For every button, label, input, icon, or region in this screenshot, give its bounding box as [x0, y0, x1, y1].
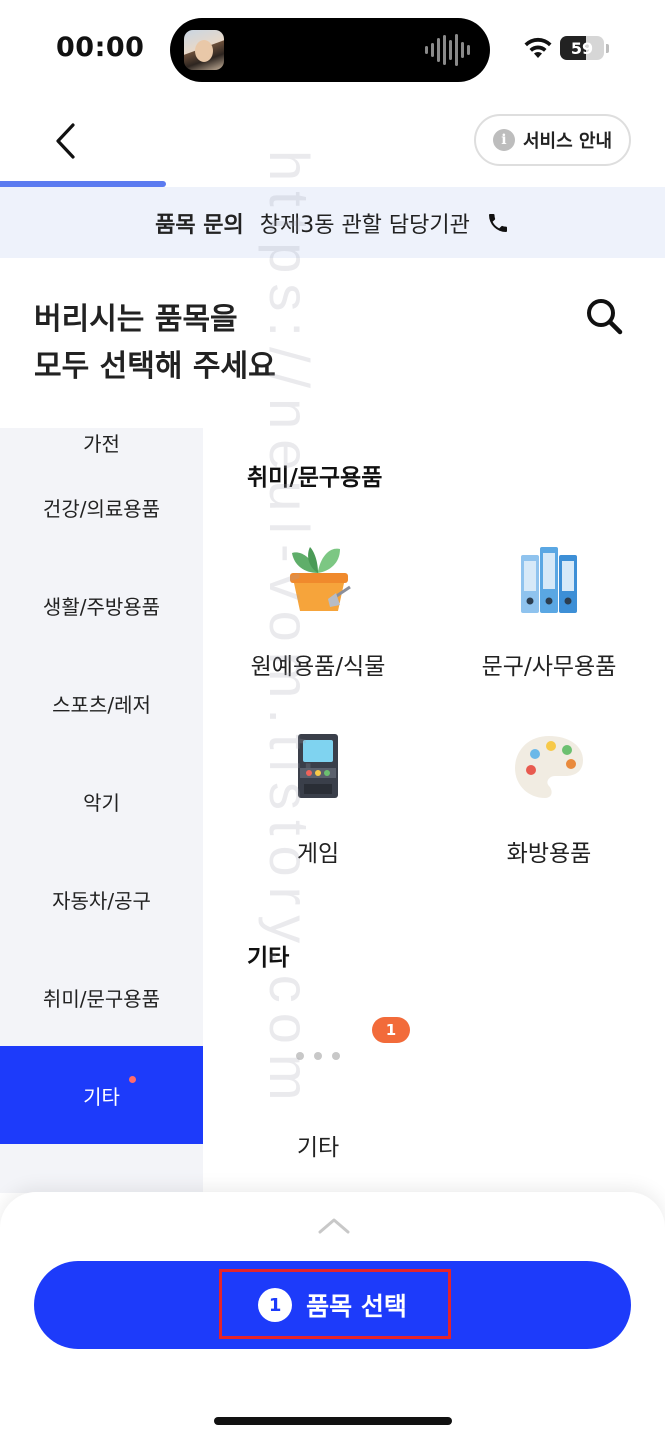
chevron-up-icon-shape — [318, 1218, 350, 1234]
battery-percent: 59 — [570, 38, 594, 58]
info-icon: i — [492, 129, 515, 151]
battery-icon: 59 — [560, 36, 604, 60]
service-guide-button[interactable]: i 서비스 안내 — [474, 114, 631, 166]
phone-icon — [488, 213, 507, 232]
audio-waveform-icon — [425, 34, 470, 66]
sidebar-item-appliances[interactable]: 가전 — [0, 428, 203, 458]
sidebar-item-auto-tools[interactable]: 자동차/공구 — [0, 850, 203, 948]
inquiry-agency: 창제3동 관할 담당기관 — [259, 212, 470, 238]
paint-palette-icon — [515, 736, 583, 798]
sidebar-item-hobby-stationery[interactable]: 취미/문구용품 — [0, 948, 203, 1046]
item-stationery[interactable]: 문구/사무용품 — [449, 543, 649, 703]
sidebar-item-etc[interactable]: 기타 — [0, 1046, 203, 1144]
more-dots-icon — [296, 1052, 340, 1060]
sidebar-item-label: 건강/의료용품 — [42, 496, 161, 521]
section-title-etc: 기타 — [247, 945, 290, 971]
item-label: 문구/사무용품 — [481, 654, 617, 680]
item-label: 게임 — [296, 841, 340, 867]
back-button[interactable] — [40, 114, 90, 168]
sidebar-item-label: 악기 — [83, 790, 120, 815]
item-art-supplies[interactable]: 화방용품 — [449, 730, 649, 890]
wifi-icon — [524, 37, 552, 58]
selected-count-badge: 1 — [372, 1017, 410, 1043]
annotation-highlight-box — [219, 1269, 451, 1339]
new-indicator-dot — [129, 1076, 136, 1083]
sidebar-item-label: 생활/주방용품 — [42, 594, 161, 619]
sidebar-item-instruments[interactable]: 악기 — [0, 752, 203, 850]
item-label: 기타 — [296, 1135, 340, 1161]
search-button[interactable] — [580, 292, 628, 340]
sidebar-item-label: 스포츠/레저 — [52, 692, 151, 717]
section-title-hobby: 취미/문구용품 — [247, 465, 383, 491]
plant-pot-icon — [290, 547, 351, 611]
sidebar-item-sports[interactable]: 스포츠/레저 — [0, 654, 203, 752]
sidebar-item-label: 자동차/공구 — [52, 888, 151, 913]
sidebar-item-label: 가전 — [83, 432, 120, 456]
chevron-up-icon[interactable] — [316, 1214, 352, 1236]
inquiry-label: 품목 문의 — [155, 212, 244, 238]
item-label: 화방용품 — [506, 841, 592, 867]
item-label: 원예용품/식물 — [250, 654, 386, 680]
status-time: 00:00 — [56, 32, 145, 63]
service-guide-label: 서비스 안내 — [522, 131, 613, 152]
item-gardening[interactable]: 원예용품/식물 — [218, 543, 418, 703]
sidebar-item-label: 기타 — [83, 1084, 120, 1109]
category-sidebar: 가전 건강/의료용품 생활/주방용품 스포츠/레저 악기 자동차/공구 취미/문… — [0, 428, 203, 1193]
page-title: 버리시는 품목을 모두 선택해 주세요 — [34, 296, 474, 390]
binders-icon — [521, 547, 577, 613]
now-playing-artwork — [184, 30, 224, 70]
status-bar: 00:00 59 — [0, 0, 665, 100]
page-title-line1: 버리시는 품목을 — [34, 302, 238, 337]
chevron-left-icon — [56, 123, 75, 159]
inquiry-banner[interactable]: 품목 문의 창제3동 관할 담당기관 — [0, 187, 665, 258]
dynamic-island — [170, 18, 490, 82]
item-etc[interactable]: 기타 — [218, 1040, 418, 1200]
sidebar-item-health[interactable]: 건강/의료용품 — [0, 458, 203, 556]
page-title-line2: 모두 선택해 주세요 — [34, 349, 276, 384]
search-icon — [587, 299, 623, 335]
arcade-machine-icon — [298, 734, 338, 798]
item-game[interactable]: 게임 — [218, 730, 418, 890]
battery-tip — [606, 44, 609, 53]
home-indicator — [214, 1417, 452, 1425]
sidebar-item-label: 취미/문구용품 — [42, 986, 161, 1011]
sidebar-item-household[interactable]: 생활/주방용품 — [0, 556, 203, 654]
